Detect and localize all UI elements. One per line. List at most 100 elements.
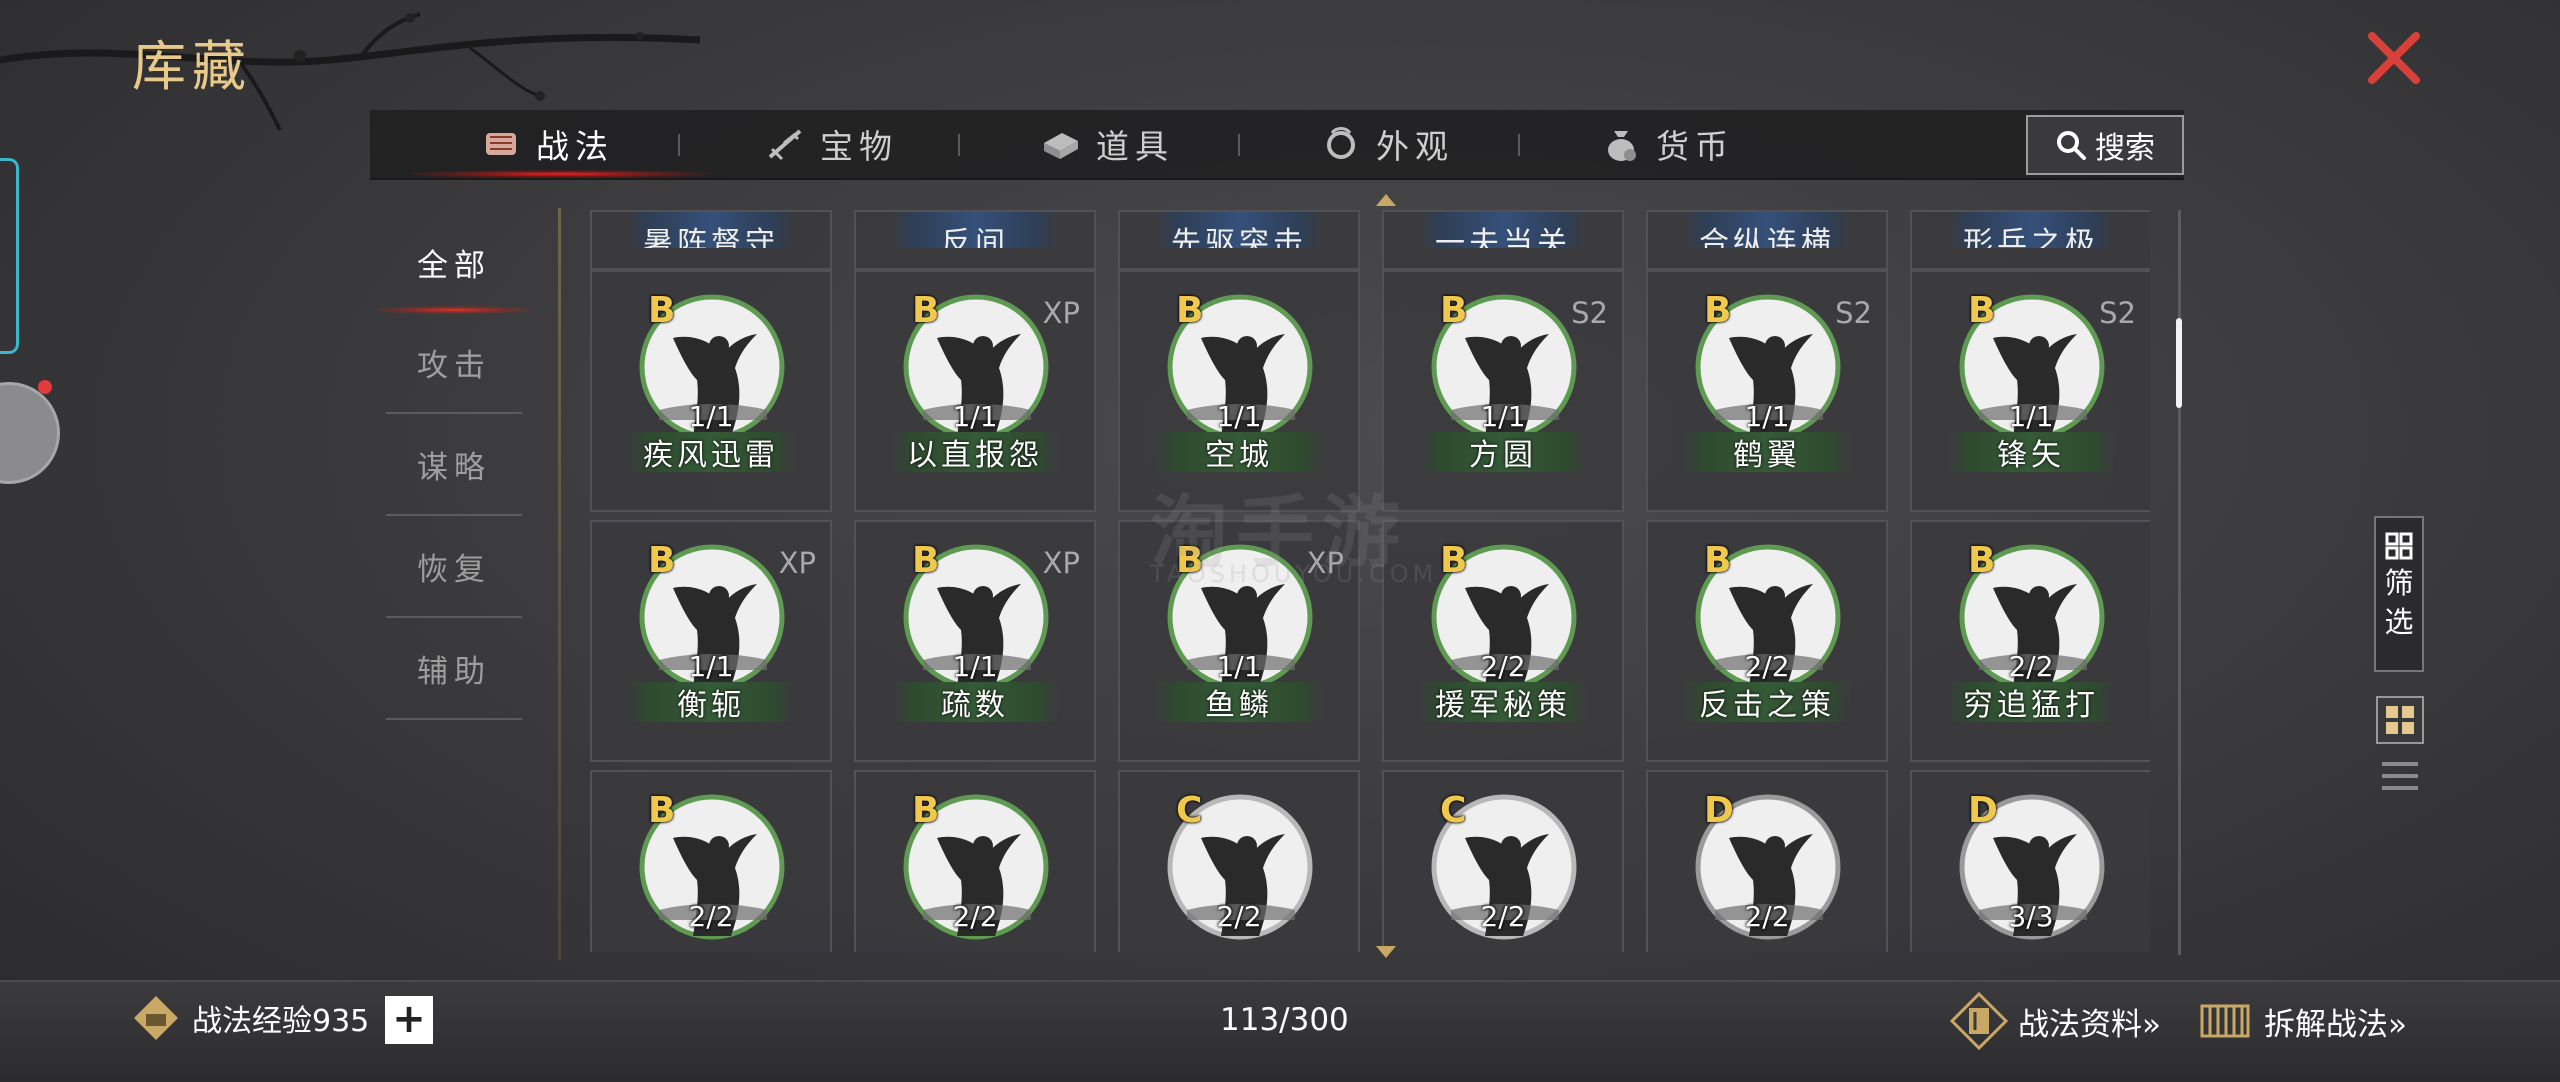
tactic-season-tag: XP: [1042, 296, 1080, 330]
tactic-card[interactable]: C 2/2: [1118, 770, 1360, 952]
list-view-icon[interactable]: [2378, 756, 2422, 796]
tactic-card[interactable]: 先驱突击: [1118, 210, 1360, 270]
tactic-card[interactable]: B S2 1/1 鹤翼: [1646, 270, 1888, 512]
category-all[interactable]: 全部: [376, 212, 532, 314]
add-exp-button[interactable]: +: [385, 996, 433, 1044]
tab-tactics[interactable]: 战法: [480, 110, 614, 178]
notification-dot: [38, 380, 52, 394]
tactic-level: 1/1: [2008, 400, 2054, 433]
tactic-grade: C: [1176, 790, 1203, 831]
tactic-card[interactable]: B XP 1/1 以直报怨: [854, 270, 1096, 512]
tab-appearance[interactable]: 外观: [1320, 110, 1454, 178]
tactic-name: 援军秘策: [1435, 688, 1571, 723]
tab-currency[interactable]: 货币: [1600, 110, 1734, 178]
tactic-grade: B: [1440, 290, 1468, 331]
tactic-name: 空城: [1205, 438, 1273, 473]
tab-treasure[interactable]: 宝物: [764, 110, 898, 178]
tactic-card[interactable]: B 2/2 穷追猛打: [1910, 520, 2150, 762]
grid-view-icon: [2386, 706, 2414, 734]
scroll-down-arrow-icon[interactable]: [1376, 946, 1396, 958]
avatar[interactable]: [0, 382, 60, 484]
scroll-icon: [486, 133, 516, 155]
search-label: 搜索: [2095, 131, 2155, 166]
tactic-name: 鹤翼: [1733, 438, 1801, 473]
tab-divider: [1518, 134, 1520, 156]
tactic-nameplate: 鱼鳞: [1156, 682, 1322, 723]
filter-label-2: 选: [2384, 605, 2414, 639]
exp-label: 战法经验935: [192, 1004, 370, 1039]
dismantle-icon: [2200, 1004, 2250, 1038]
tactic-grade: B: [1704, 290, 1732, 331]
sidebar-divider: [558, 208, 561, 960]
dismantle-tactics-link[interactable]: 拆解战法»: [2196, 992, 2407, 1050]
tactic-level: 2/2: [1744, 900, 1790, 933]
tactic-card[interactable]: B 1/1 疾风迅雷: [590, 270, 832, 512]
tactic-card[interactable]: 反间: [854, 210, 1096, 270]
tactic-level: 2/2: [1216, 900, 1262, 933]
tactic-card[interactable]: 暑阵督守: [590, 210, 832, 270]
tactic-nameplate: 形兵之极: [1948, 212, 2114, 248]
tactic-season-tag: S2: [2099, 296, 2136, 330]
tactic-level: 2/2: [1480, 650, 1526, 683]
tactic-card[interactable]: 形兵之极: [1910, 210, 2150, 270]
tactic-card[interactable]: B 2/2: [854, 770, 1096, 952]
tactic-card[interactable]: D 3/3: [1910, 770, 2150, 952]
search-icon: [2057, 131, 2086, 160]
tactics-info-link[interactable]: 战法资料»: [1950, 992, 2161, 1050]
category-recover[interactable]: 恢复: [386, 516, 522, 618]
tactic-card[interactable]: B 2/2 反击之策: [1646, 520, 1888, 762]
tactic-level: 2/2: [1744, 650, 1790, 683]
grid-view-toggle[interactable]: [2376, 696, 2424, 744]
category-support[interactable]: 辅助: [386, 618, 522, 720]
tactic-card[interactable]: D 2/2: [1646, 770, 1888, 952]
scrollbar-thumb[interactable]: [2176, 318, 2182, 408]
tab-label: 战法: [536, 127, 614, 166]
tactic-level: 2/2: [1480, 900, 1526, 933]
tab-label: 宝物: [820, 127, 898, 166]
tactic-level: 2/2: [688, 900, 734, 933]
tactic-card[interactable]: C 2/2: [1382, 770, 1624, 952]
tactic-grade: B: [1440, 540, 1468, 581]
tactic-grade: B: [1968, 540, 1996, 581]
category-attack[interactable]: 攻击: [386, 312, 522, 414]
tactic-name: 一夫当关: [1435, 226, 1571, 248]
tactic-card[interactable]: B S2 1/1 锋矢: [1910, 270, 2150, 512]
tactic-card[interactable]: 一夫当关: [1382, 210, 1624, 270]
close-icon[interactable]: [2362, 26, 2426, 90]
tactic-level: 2/2: [952, 900, 998, 933]
tactic-nameplate: 先驱突击: [1156, 212, 1322, 248]
tab-items[interactable]: 道具: [1040, 110, 1174, 178]
tactic-name: 衡轭: [677, 688, 745, 723]
tactics-count: 113/300: [1220, 1002, 1349, 1038]
search-button[interactable]: 搜索: [2026, 115, 2184, 175]
tactic-level: 1/1: [688, 650, 734, 683]
tactic-card[interactable]: B S2 1/1 方圆: [1382, 270, 1624, 512]
tactic-nameplate: 鹤翼: [1684, 432, 1850, 473]
tactic-name: 合纵连横: [1699, 226, 1835, 248]
tactic-season-tag: S2: [1571, 296, 1608, 330]
tactic-nameplate: 疾风迅雷: [628, 432, 794, 473]
tactic-card[interactable]: B XP 1/1 衡轭: [590, 520, 832, 762]
tactic-grade: B: [1704, 540, 1732, 581]
tactic-nameplate: 衡轭: [628, 682, 794, 723]
tactic-grade: B: [648, 790, 676, 831]
tactic-level: 1/1: [1216, 400, 1262, 433]
tactic-name: 反击之策: [1699, 688, 1835, 723]
tactic-nameplate: 方圆: [1420, 432, 1586, 473]
tactic-nameplate: 反间: [892, 212, 1058, 248]
tactic-card[interactable]: 合纵连横: [1646, 210, 1888, 270]
tactic-nameplate: 穷追猛打: [1948, 682, 2114, 723]
tactic-card[interactable]: B 2/2 援军秘策: [1382, 520, 1624, 762]
tactic-card[interactable]: B 2/2: [590, 770, 832, 952]
scroll-up-arrow-icon[interactable]: [1376, 194, 1396, 206]
category-strategy[interactable]: 谋略: [386, 414, 522, 516]
tactic-name: 暑阵督守: [643, 226, 779, 248]
tactic-nameplate: 援军秘策: [1420, 682, 1586, 723]
side-panel-tab[interactable]: [0, 158, 19, 354]
info-link-label: 战法资料»: [2018, 1006, 2161, 1043]
item-icon: [1044, 133, 1078, 159]
tab-divider: [678, 134, 680, 156]
filter-button[interactable]: 筛 选: [2374, 516, 2424, 672]
tactic-card[interactable]: B XP 1/1 疏数: [854, 520, 1096, 762]
tab-label: 货币: [1656, 127, 1734, 166]
